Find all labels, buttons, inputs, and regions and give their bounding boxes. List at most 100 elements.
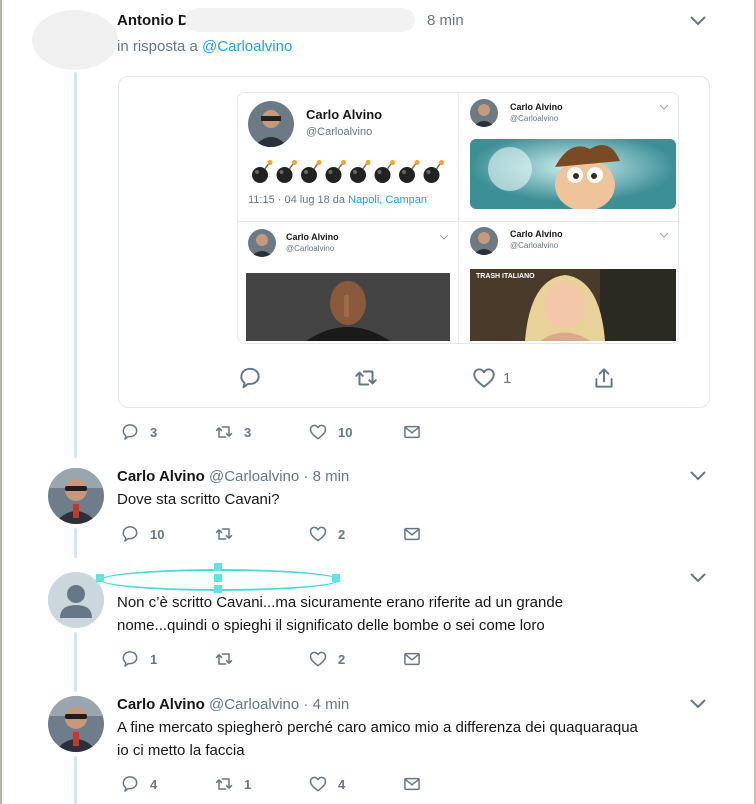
bomb-emoji <box>325 160 346 183</box>
avatar <box>248 101 294 147</box>
avatar[interactable] <box>32 10 118 70</box>
reply-icon <box>122 651 138 667</box>
card-like-button[interactable]: 1 <box>471 365 511 391</box>
selection-handle <box>214 574 222 582</box>
message-button[interactable] <box>402 773 422 795</box>
like-button[interactable]: 4 <box>308 773 345 795</box>
embedded-tweet-main: Carlo Alvino @Carloalvino 11:15 · 04 lug… <box>238 93 459 222</box>
author-name: Carlo Alvino <box>117 468 205 485</box>
card-reply-button[interactable] <box>237 365 263 391</box>
tweet-text-line2: nome...quindi o spieghi il significato d… <box>117 617 545 634</box>
card-retweet-button[interactable] <box>353 365 379 391</box>
avatar <box>470 99 498 127</box>
share-icon <box>595 368 613 388</box>
retweet-button[interactable] <box>214 648 234 670</box>
tweet-text-line1: Non c’è scritto Cavani...ma sicuramente … <box>117 594 564 611</box>
author-handle: @Carloalvino <box>208 696 300 713</box>
bomb-emoji <box>252 160 273 183</box>
reply-icon <box>122 776 138 792</box>
cartoon-image <box>470 139 676 209</box>
avatar[interactable] <box>48 468 104 524</box>
tweet-time[interactable]: 8 min <box>427 12 464 29</box>
thread-line <box>74 756 77 804</box>
embedded-author: Carlo Alvino <box>286 232 339 242</box>
message-icon <box>404 527 420 541</box>
thread-line <box>74 632 77 692</box>
like-count: 2 <box>338 526 346 542</box>
chevron-down-icon[interactable] <box>690 573 706 583</box>
location-link: Napoli, Campan <box>348 194 427 206</box>
retweet-icon <box>215 528 233 540</box>
author-handle: @Carloalvino <box>208 468 300 485</box>
tweet-author[interactable]: Antonio Di <box>117 12 193 29</box>
avatar <box>470 227 498 255</box>
media-card[interactable]: Carlo Alvino @Carloalvino 11:15 · 04 lug… <box>118 76 710 408</box>
message-button[interactable] <box>402 523 422 545</box>
reply-icon <box>122 526 138 542</box>
like-count: 4 <box>338 776 346 792</box>
card-share-button[interactable] <box>591 365 617 391</box>
chevron-down-icon[interactable] <box>690 471 706 481</box>
retweet-button[interactable] <box>214 523 234 545</box>
retweet-count: 3 <box>244 424 252 440</box>
selection-handle <box>214 563 222 571</box>
reply-button[interactable]: 3 <box>120 421 157 443</box>
card-like-count: 1 <box>503 369 512 387</box>
like-button[interactable]: 10 <box>308 421 352 443</box>
tweet-author[interactable]: Carlo Alvino @Carloalvino · 8 min <box>117 468 349 485</box>
bomb-emoji <box>399 160 420 183</box>
reply-button[interactable]: 10 <box>120 523 164 545</box>
bomb-emoji-row <box>252 160 444 183</box>
tweet-time[interactable]: · 8 min <box>303 468 349 485</box>
thread-line <box>74 72 77 458</box>
reply-count: 1 <box>150 651 158 667</box>
card-actions: 1 <box>119 365 709 391</box>
tweet-time[interactable]: · 4 min <box>303 696 349 713</box>
tweet-actions: 3 3 10 <box>120 421 440 443</box>
embedded-tweet-photo: Carlo Alvino @Carloalvino <box>238 223 459 343</box>
reply-prefix: in risposta a <box>117 38 203 55</box>
like-icon <box>309 526 327 542</box>
avatar[interactable] <box>48 696 104 752</box>
message-button[interactable] <box>402 648 422 670</box>
trash-italiano-image: TRASH ITALIANO <box>470 269 676 341</box>
redacted-name-blur <box>185 8 415 32</box>
message-button[interactable] <box>402 421 422 443</box>
reply-button[interactable]: 4 <box>120 773 157 795</box>
chevron-down-icon[interactable] <box>690 699 706 709</box>
retweet-icon <box>215 426 233 438</box>
retweet-button[interactable]: 1 <box>214 773 251 795</box>
embedded-handle: @Carloalvino <box>510 241 559 250</box>
tweet-actions: 4 1 4 <box>120 773 440 795</box>
like-icon <box>309 424 327 440</box>
like-icon <box>309 776 327 792</box>
reply-count: 10 <box>150 526 165 542</box>
retweet-icon <box>215 778 233 790</box>
embedded-author: Carlo Alvino <box>510 102 563 112</box>
bomb-emoji <box>374 160 395 183</box>
like-button[interactable]: 2 <box>308 523 345 545</box>
embedded-author: Carlo Alvino <box>510 229 563 239</box>
retweet-count: 1 <box>244 776 252 792</box>
chevron-down-icon <box>660 105 668 110</box>
selection-handle <box>332 574 340 582</box>
reply-button[interactable]: 1 <box>120 648 157 670</box>
tweet-text-line1: A fine mercato spiegherò perché caro ami… <box>117 719 638 736</box>
tweet-author[interactable]: Carlo Alvino @Carloalvino · 4 min <box>117 696 349 713</box>
chevron-down-icon <box>660 233 668 238</box>
reply-handle-link[interactable]: @Carloalvino <box>202 38 292 55</box>
like-button[interactable]: 2 <box>308 648 345 670</box>
selection-handle <box>96 574 104 582</box>
retweet-button[interactable]: 3 <box>214 421 251 443</box>
window-edge-left <box>0 0 2 804</box>
like-icon <box>309 651 327 667</box>
embedded-author: Carlo Alvino <box>306 107 383 122</box>
embedded-screenshot[interactable]: Carlo Alvino @Carloalvino 11:15 · 04 lug… <box>237 92 679 344</box>
like-icon <box>473 368 495 388</box>
message-icon <box>404 425 420 439</box>
like-count: 10 <box>338 424 353 440</box>
retweet-icon <box>355 370 377 386</box>
avatar <box>248 229 276 257</box>
gif-caption: TRASH ITALIANO <box>476 273 535 280</box>
chevron-down-icon[interactable] <box>690 16 706 26</box>
